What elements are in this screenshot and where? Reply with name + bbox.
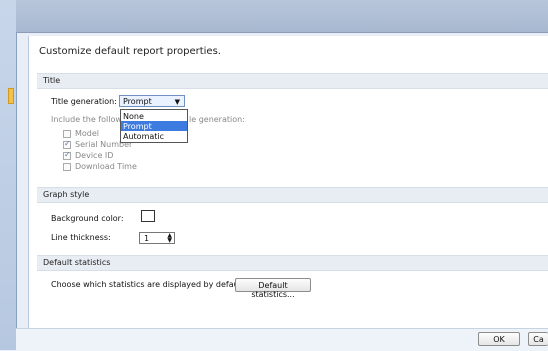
download-time-checkbox[interactable]: [63, 163, 71, 171]
serial-number-checkbox[interactable]: [63, 139, 71, 149]
title-section-label: Title: [43, 76, 61, 85]
option-none[interactable]: None: [121, 111, 187, 121]
chevron-down-icon: ▼: [174, 98, 180, 106]
title-section-header: Title: [37, 73, 548, 89]
title-generation-value: Prompt: [123, 97, 152, 106]
graph-style-section-label: Graph style: [43, 190, 90, 199]
option-automatic-label: Automatic: [123, 132, 165, 141]
option-automatic[interactable]: Automatic: [121, 131, 187, 141]
option-prompt-label: Prompt: [123, 122, 152, 131]
spin-down-icon[interactable]: ▼: [167, 237, 172, 244]
model-checkbox[interactable]: [63, 130, 71, 138]
outer-window-edge: [0, 0, 17, 350]
graph-style-section-header: Graph style: [37, 187, 548, 203]
line-thickness-label: Line thickness:: [51, 233, 111, 242]
line-thickness-stepper[interactable]: 1 ▲ ▼: [139, 232, 175, 244]
title-generation-select[interactable]: Prompt ▼: [119, 95, 185, 107]
title-bar: [16, 0, 548, 33]
report-properties-dialog: Customize default report properties. Tit…: [28, 36, 548, 328]
download-time-label: Download Time: [75, 162, 137, 171]
ok-button-label: OK: [493, 335, 505, 344]
background-color-label: Background color:: [51, 214, 124, 223]
footer-bar: [16, 328, 548, 351]
default-statistics-section-label: Default statistics: [43, 258, 111, 267]
title-generation-dropdown: None Prompt Automatic: [120, 109, 188, 143]
include-following-text-left: Include the follow: [51, 115, 122, 124]
option-prompt[interactable]: Prompt: [121, 121, 187, 131]
default-statistics-button-label: Default statistics...: [251, 281, 295, 299]
line-thickness-value: 1: [144, 234, 150, 243]
default-statistics-section-header: Default statistics: [37, 255, 548, 271]
option-none-label: None: [123, 112, 144, 121]
include-following-text-right: le generation:: [189, 115, 245, 124]
statistics-text: Choose which statistics are displayed by…: [51, 280, 247, 289]
dialog-header: Customize default report properties.: [39, 46, 221, 57]
ok-button[interactable]: OK: [478, 332, 520, 346]
device-id-checkbox[interactable]: [63, 150, 71, 160]
cancel-button-label: Ca: [533, 335, 544, 344]
model-label: Model: [75, 129, 100, 138]
background-color-picker[interactable]: [141, 210, 155, 222]
device-id-label: Device ID: [75, 151, 114, 160]
default-statistics-button[interactable]: Default statistics...: [235, 278, 311, 299]
cancel-button[interactable]: Ca: [528, 332, 548, 346]
title-generation-label: Title generation:: [51, 97, 117, 106]
selection-marker: [8, 88, 14, 104]
